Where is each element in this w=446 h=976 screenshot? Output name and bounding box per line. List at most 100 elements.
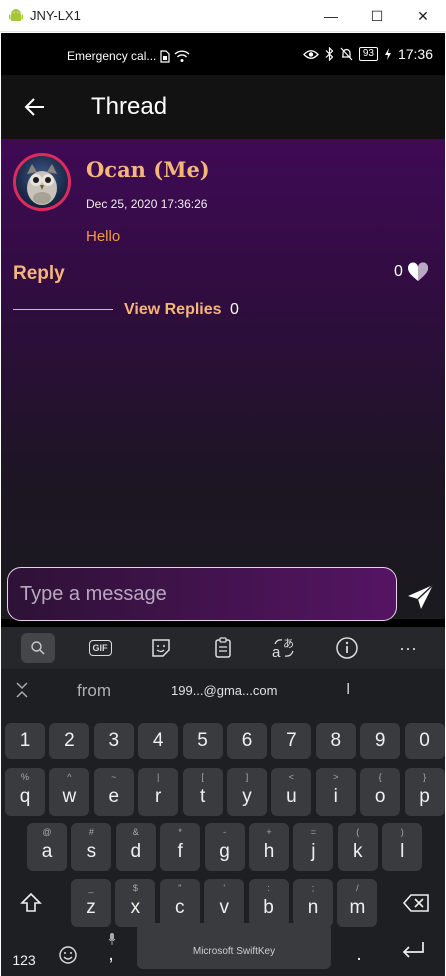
key-h[interactable]: + h xyxy=(249,823,289,871)
key-u-label: u xyxy=(286,786,297,807)
collapse-icon[interactable] xyxy=(15,681,29,699)
status-time: 17:36 xyxy=(397,46,433,62)
key-5-label: 5 xyxy=(197,730,208,751)
key-e[interactable]: ~ e xyxy=(93,768,134,816)
message-input[interactable]: Type a message xyxy=(7,567,397,621)
comma-key[interactable]: , xyxy=(93,927,129,973)
key-v-label: v xyxy=(219,897,229,918)
key-c[interactable]: " c xyxy=(159,879,200,927)
emoji-icon[interactable] xyxy=(51,937,85,973)
more-icon[interactable]: ··· xyxy=(393,633,423,663)
arrow-left-icon[interactable] xyxy=(23,95,47,119)
key-z[interactable]: _ z xyxy=(71,879,111,927)
key-n-label: n xyxy=(307,897,319,918)
sim-icon xyxy=(160,49,170,63)
translate-icon[interactable]: aあ xyxy=(269,633,299,663)
key-1[interactable]: 1 xyxy=(5,723,45,759)
comma-key-label: , xyxy=(108,944,114,965)
key-e-hint: ~ xyxy=(111,772,117,782)
enter-icon[interactable] xyxy=(387,927,439,973)
key-i-hint: > xyxy=(333,772,339,782)
shift-icon[interactable] xyxy=(9,879,53,927)
key-7[interactable]: 7 xyxy=(271,723,312,759)
key-o[interactable]: {o xyxy=(360,768,401,816)
composer-row: Type a message xyxy=(1,559,445,627)
period-key[interactable]: . xyxy=(341,927,377,973)
key-4-label: 4 xyxy=(152,730,164,751)
gif-icon[interactable]: GIF xyxy=(85,633,115,663)
key-r-label: r xyxy=(155,786,162,807)
clipboard-icon[interactable] xyxy=(208,633,238,663)
key-n[interactable]: ; n xyxy=(293,879,333,927)
key-2[interactable]: 2 xyxy=(49,723,90,759)
key-s[interactable]: # s xyxy=(71,823,112,871)
key-4[interactable]: 4 xyxy=(138,723,179,759)
post-timestamp: Dec 25, 2020 17:36:26 xyxy=(86,197,208,211)
key-0[interactable]: 0 xyxy=(404,723,445,759)
key-r[interactable]: | r xyxy=(138,768,179,816)
key-a[interactable]: @ a xyxy=(27,823,67,871)
send-icon[interactable] xyxy=(405,581,437,613)
key-u[interactable]: < u xyxy=(271,768,312,816)
suggestion-2[interactable]: 199...@gma...com xyxy=(171,683,277,698)
key-d-hint: & xyxy=(132,827,139,837)
key-w-hint: ^ xyxy=(67,772,72,782)
thread-content: Ocan (Me) Dec 25, 2020 17:36:26 Hello Re… xyxy=(1,139,445,621)
key-j[interactable]: = j xyxy=(293,823,334,871)
key-i[interactable]: > i xyxy=(315,768,356,816)
key-p[interactable]: } p xyxy=(404,768,445,816)
key-m[interactable]: / m xyxy=(337,879,378,927)
key-6[interactable]: 6 xyxy=(227,723,267,759)
search-icon[interactable] xyxy=(21,633,55,663)
key-p-label: p xyxy=(419,786,430,807)
reply-button[interactable]: Reply xyxy=(13,263,65,285)
info-icon[interactable] xyxy=(332,633,362,663)
key-q[interactable]: % q xyxy=(5,768,45,816)
key-v[interactable]: ' v xyxy=(204,879,245,927)
view-replies-button[interactable]: View Replies xyxy=(124,301,222,319)
status-right: 93 17:36 xyxy=(302,46,433,62)
key-a-label: a xyxy=(41,841,53,862)
symbols-key[interactable]: 123 xyxy=(5,937,43,973)
key-z-label: z xyxy=(86,897,96,918)
key-s-hint: # xyxy=(88,827,94,837)
charging-icon xyxy=(384,48,391,60)
space-bar[interactable]: Microsoft SwiftKey xyxy=(137,923,331,969)
key-7-label: 7 xyxy=(286,730,297,751)
key-t[interactable]: [t xyxy=(182,768,223,816)
sticker-icon[interactable] xyxy=(146,633,176,663)
key-9[interactable]: 9 xyxy=(360,723,401,759)
key-x[interactable]: $ x xyxy=(115,879,156,927)
minimize-button[interactable]: — xyxy=(308,0,354,32)
key-o-label: o xyxy=(374,786,386,807)
close-button[interactable]: ✕ xyxy=(400,0,446,32)
key-q-hint: % xyxy=(20,772,29,782)
key-b[interactable]: :b xyxy=(248,879,289,927)
mute-icon xyxy=(340,47,353,61)
key-3[interactable]: 3 xyxy=(93,723,134,759)
suggestion-3[interactable]: I xyxy=(346,681,350,699)
post-message: Hello xyxy=(86,228,121,245)
emulator-window: JNY-LX1 — ☐ ✕ Emergency cal... 93 17:36 xyxy=(0,0,446,976)
key-i-label: i xyxy=(333,786,338,807)
key-5[interactable]: 5 xyxy=(182,723,223,759)
key-o-hint: { xyxy=(378,772,382,782)
maximize-button[interactable]: ☐ xyxy=(354,0,400,32)
suggestion-1[interactable]: from xyxy=(77,681,111,701)
svg-text:a: a xyxy=(272,644,281,660)
key-0-label: 0 xyxy=(419,730,430,751)
app-bar: Thread xyxy=(1,75,445,139)
avatar[interactable] xyxy=(13,153,71,211)
key-k[interactable]: (k xyxy=(337,823,378,871)
key-8[interactable]: 8 xyxy=(315,723,356,759)
backspace-icon[interactable] xyxy=(393,879,439,927)
key-t-hint: [ xyxy=(201,772,204,782)
key-g[interactable]: -g xyxy=(204,823,245,871)
heart-icon[interactable] xyxy=(406,260,430,284)
key-g-hint: - xyxy=(223,827,227,837)
key-w[interactable]: ^ w xyxy=(49,768,90,816)
key-l[interactable]: ) l xyxy=(382,823,423,871)
key-f[interactable]: * f xyxy=(160,823,201,871)
key-y[interactable]: ] y xyxy=(227,768,267,816)
key-d[interactable]: & d xyxy=(115,823,156,871)
